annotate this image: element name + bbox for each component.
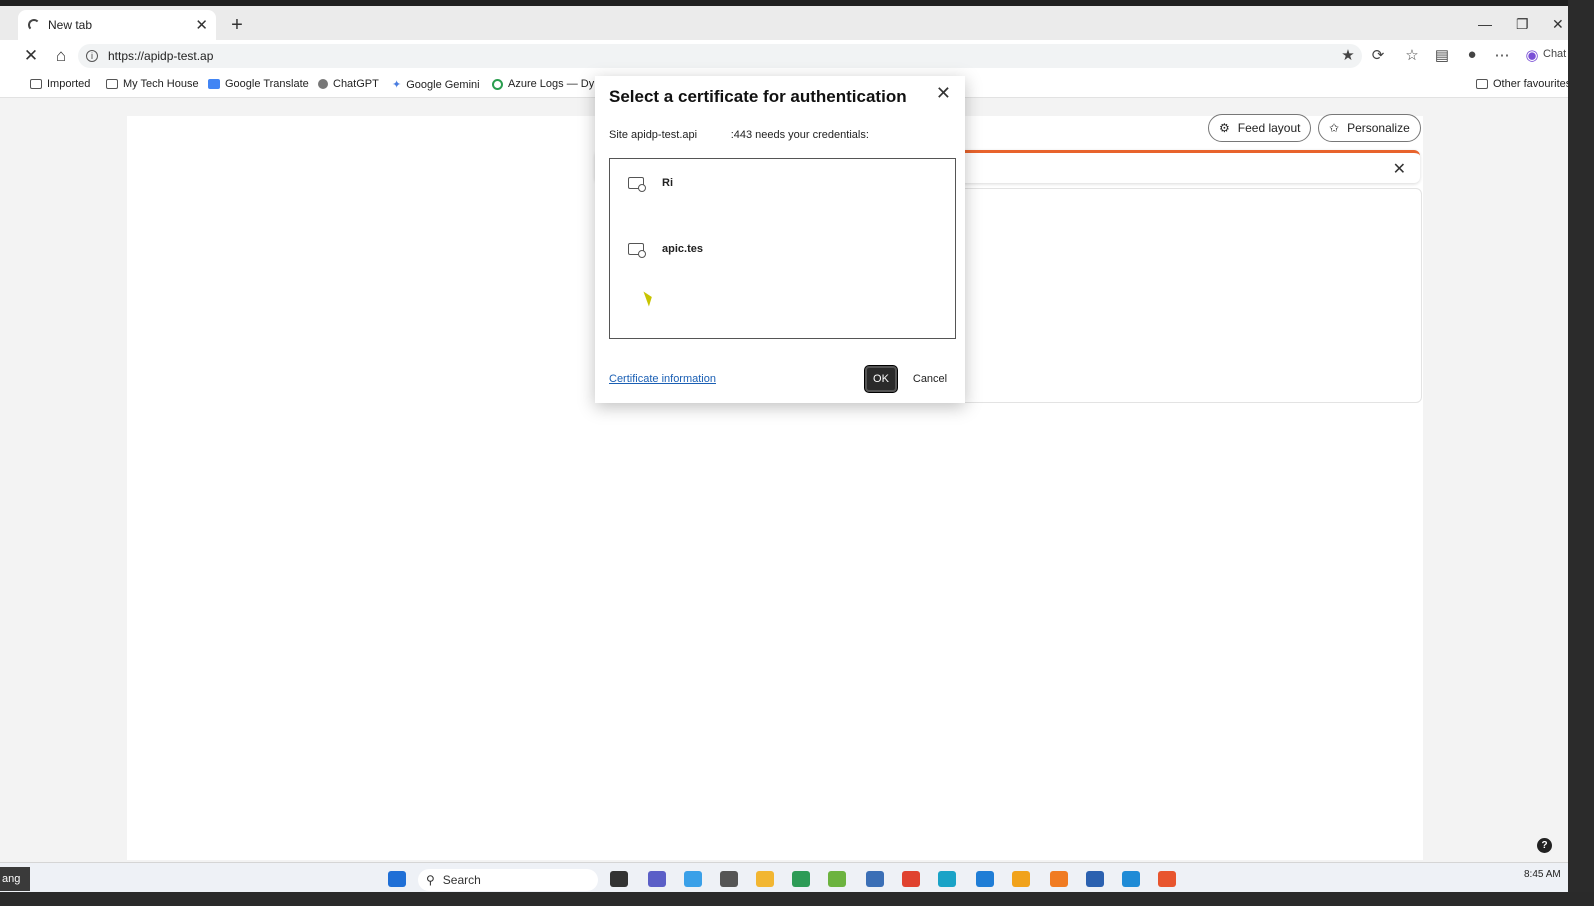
screen: New tab ✕ + — ❐ ✕ ✕ ⌂ i https://apidp-te… <box>0 0 1594 906</box>
site-suffix: :443 needs your credentials: <box>730 129 869 141</box>
address-bar[interactable]: i https://apidp-test.ap <box>78 44 1362 68</box>
home-icon[interactable]: ⌂ <box>50 46 72 66</box>
folder-icon <box>1476 79 1488 89</box>
url-text: https://apidp-test.ap <box>108 49 214 63</box>
feed-layout-label: Feed layout <box>1237 121 1301 135</box>
navigation-bar: ✕ ⌂ i https://apidp-test.ap ★ ⟳ ☆ ▤ ● ⋯ … <box>0 40 1568 72</box>
sliders-icon: ⚙ <box>1219 121 1230 135</box>
tab-close-icon[interactable]: ✕ <box>195 16 208 34</box>
ok-button[interactable]: OK <box>865 366 897 392</box>
collections-icon[interactable]: ▤ <box>1432 46 1452 64</box>
personalize-label: Personalize <box>1347 121 1410 135</box>
search-placeholder: Search <box>442 873 481 887</box>
tab-new-tab[interactable]: New tab ✕ <box>18 10 216 40</box>
gemini-icon: ✦ <box>392 79 402 91</box>
vscode-icon[interactable] <box>976 871 994 887</box>
bookmark-imported[interactable]: Imported <box>30 78 90 90</box>
profile-avatar[interactable]: ● <box>1462 46 1482 63</box>
bookmark-my-tech-house[interactable]: My Tech House <box>106 78 199 90</box>
search-icon: ⚲ <box>426 873 435 887</box>
certificate-item[interactable]: Ri <box>628 177 673 192</box>
app-icon[interactable] <box>684 871 702 887</box>
bookmark-label: Google Gemini <box>406 78 480 91</box>
restore-icon[interactable]: ❐ <box>1516 16 1529 33</box>
certificate-name: apic.tes <box>662 243 703 255</box>
taskbar <box>0 862 1568 892</box>
azure-logs-icon <box>492 78 503 90</box>
app-icon[interactable] <box>1086 871 1104 887</box>
personalize-button[interactable]: ✩ Personalize <box>1318 114 1421 142</box>
bookmark-label: Google Translate <box>225 78 309 90</box>
tab-strip: New tab ✕ + — ❐ ✕ <box>0 6 1568 40</box>
app-icon[interactable] <box>720 871 738 887</box>
bookmark-label: Other favourites <box>1493 78 1572 90</box>
right-edge <box>1568 0 1594 906</box>
dialog-site-text: Site apidp-test.api :443 needs your cred… <box>609 129 869 141</box>
taskbar-search[interactable]: ⚲ Search <box>418 869 598 891</box>
personalize-icon: ✩ <box>1329 121 1340 135</box>
chatgpt-icon <box>318 79 328 89</box>
notification-close-icon[interactable]: ✕ <box>1393 159 1406 179</box>
bookmark-label: ChatGPT <box>333 78 379 90</box>
certificate-information-link[interactable]: Certificate information <box>609 373 716 385</box>
chrome-icon[interactable] <box>902 871 920 887</box>
certificate-icon <box>628 243 646 258</box>
app-icon[interactable] <box>1012 871 1030 887</box>
minimize-icon[interactable]: — <box>1478 16 1492 32</box>
firefox-icon[interactable] <box>1158 871 1176 887</box>
bottom-edge <box>0 892 1594 906</box>
window-close-icon[interactable]: ✕ <box>1552 16 1564 33</box>
certificate-item[interactable]: apic.tes <box>628 243 703 258</box>
clock[interactable]: 8:45 AM <box>1524 869 1561 880</box>
bookmark-label: My Tech House <box>123 78 199 90</box>
certificate-name: Ri <box>662 177 673 189</box>
start-icon[interactable] <box>388 871 406 887</box>
edge-icon[interactable] <box>938 871 956 887</box>
stop-loading-icon[interactable]: ✕ <box>20 46 42 66</box>
more-menu-icon[interactable]: ⋯ <box>1492 46 1512 64</box>
favorites-icon[interactable]: ☆ <box>1402 46 1422 64</box>
site-info-icon[interactable]: i <box>86 50 98 62</box>
help-icon[interactable]: ? <box>1537 838 1552 853</box>
app-icon[interactable] <box>1122 871 1140 887</box>
teams-icon[interactable] <box>648 871 666 887</box>
certificate-icon <box>628 177 646 192</box>
bookmark-google-translate[interactable]: Google Translate <box>208 78 309 90</box>
bookmark-google-gemini[interactable]: ✦ Google Gemini <box>392 78 480 92</box>
feed-layout-button[interactable]: ⚙ Feed layout <box>1208 114 1312 142</box>
extensions-icon[interactable]: ⟳ <box>1368 46 1388 64</box>
bookmark-azure-logs[interactable]: Azure Logs — Dyn... <box>492 78 610 90</box>
favorite-star-icon[interactable]: ★ <box>1338 46 1358 64</box>
app-icon[interactable] <box>866 871 884 887</box>
certificate-dialog: Select a certificate for authentication … <box>595 76 965 403</box>
folder-icon <box>106 79 118 89</box>
new-tab-button[interactable]: + <box>226 14 248 37</box>
certificate-list[interactable]: Ri apic.tes <box>609 158 956 339</box>
file-explorer-icon[interactable] <box>756 871 774 887</box>
folder-icon <box>30 79 42 89</box>
bookmark-other-favourites[interactable]: Other favourites <box>1476 78 1571 90</box>
bookmark-chatgpt[interactable]: ChatGPT <box>318 78 379 90</box>
dialog-close-icon[interactable]: ✕ <box>936 83 951 104</box>
task-view-icon[interactable] <box>610 871 628 887</box>
dialog-title: Select a certificate for authentication <box>609 87 907 106</box>
bookmark-label: Imported <box>47 78 91 90</box>
tab-title: New tab <box>48 18 93 32</box>
app-icon[interactable] <box>828 871 846 887</box>
google-translate-icon <box>208 79 220 89</box>
cancel-button[interactable]: Cancel <box>908 366 952 392</box>
loading-icon <box>28 19 40 31</box>
taskbar-widget[interactable]: ang <box>0 867 30 891</box>
app-icon[interactable] <box>1050 871 1068 887</box>
site-prefix: Site apidp-test.api <box>609 129 698 141</box>
copilot-icon[interactable]: ◉ <box>1522 46 1542 64</box>
app-icon[interactable] <box>792 871 810 887</box>
